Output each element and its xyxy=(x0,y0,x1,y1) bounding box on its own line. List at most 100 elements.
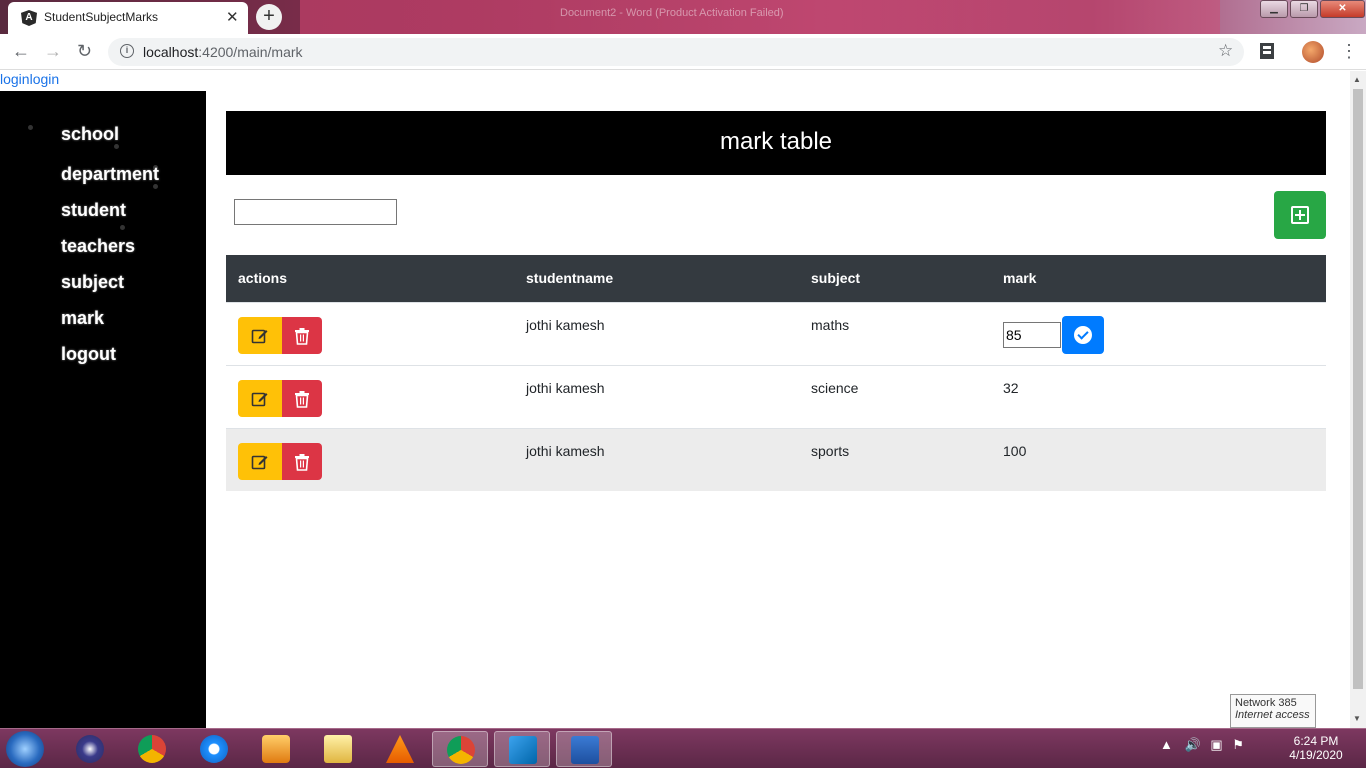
scrollbar-thumb[interactable] xyxy=(1353,89,1363,689)
scroll-down-icon[interactable]: ▼ xyxy=(1353,714,1361,723)
chrome-icon xyxy=(138,735,166,763)
cell-mark: 100 xyxy=(1003,443,1027,459)
network-icon[interactable]: ▣ xyxy=(1210,737,1222,752)
page-scrollbar[interactable]: ▲ ▼ xyxy=(1350,71,1366,728)
url-text[interactable]: localhost:4200/main/mark xyxy=(143,44,303,60)
media-player-icon xyxy=(262,735,290,763)
search-input[interactable] xyxy=(234,199,397,225)
background-window-title: Document2 - Word (Product Activation Fai… xyxy=(560,7,784,19)
tooltip-line2-text: Internet access xyxy=(1235,709,1310,721)
page-title: mark table xyxy=(719,128,833,155)
table-row: jothi kamesh science 32 xyxy=(226,365,1326,428)
menu-kebab-icon[interactable]: ⋮ xyxy=(1340,41,1358,62)
table-row: jothi kamesh maths xyxy=(226,302,1326,365)
taskbar: ▲ 🔊 ▣ ⚑ 6:24 PM 4/19/2020 xyxy=(0,728,1366,768)
edit-button[interactable] xyxy=(238,380,282,417)
trash-icon xyxy=(295,391,309,408)
close-window-button[interactable]: ✕ xyxy=(1320,0,1365,18)
minimize-button[interactable]: ▁ xyxy=(1260,0,1288,18)
back-icon[interactable]: ← xyxy=(12,41,30,62)
trash-icon xyxy=(295,328,309,345)
taskbar-app-media[interactable] xyxy=(248,731,304,767)
decorative-dot xyxy=(28,125,33,130)
sidebar-item-student[interactable]: student xyxy=(61,200,126,221)
trash-icon xyxy=(295,454,309,471)
column-header-mark: mark xyxy=(1003,270,1037,286)
page-header: mark table xyxy=(226,111,1326,175)
start-button[interactable] xyxy=(6,731,44,767)
delete-button[interactable] xyxy=(282,317,322,354)
sidebar: school department student teachers subje… xyxy=(0,91,206,728)
sidebar-item-logout[interactable]: logout xyxy=(61,344,116,365)
taskbar-app-ie[interactable] xyxy=(186,731,242,767)
flag-icon[interactable]: ⚑ xyxy=(1232,737,1244,752)
chrome-icon xyxy=(447,736,475,764)
angular-icon: A xyxy=(21,10,37,26)
browser-tab-active[interactable]: A StudentSubjectMarks ✕ xyxy=(8,2,248,34)
delete-button[interactable] xyxy=(282,380,322,417)
mark-edit-input[interactable] xyxy=(1003,322,1061,348)
cell-studentname: jothi kamesh xyxy=(526,443,605,459)
tooltip-line2: Internet access xyxy=(1235,709,1311,721)
info-icon[interactable]: i xyxy=(120,44,134,58)
table-header: actions studentname subject mark xyxy=(226,255,1326,302)
login-link[interactable]: loginlogin xyxy=(0,71,59,87)
sidebar-item-school[interactable]: school xyxy=(61,124,119,145)
edit-button[interactable] xyxy=(238,317,282,354)
show-hidden-icons-icon[interactable]: ▲ xyxy=(1160,737,1173,752)
word-icon xyxy=(571,736,599,764)
sidebar-item-teachers[interactable]: teachers xyxy=(61,236,135,257)
window-controls: ▁ ❐ ✕ xyxy=(1260,0,1366,18)
cell-subject: maths xyxy=(811,317,850,333)
browser-tabbar: Document2 - Word (Product Activation Fai… xyxy=(0,0,1366,34)
clock-date: 4/19/2020 xyxy=(1289,748,1343,762)
edit-icon xyxy=(251,329,268,344)
decorative-dot xyxy=(120,225,125,230)
plus-square-icon xyxy=(1291,206,1309,224)
check-circle-icon xyxy=(1074,326,1092,344)
edit-icon xyxy=(251,392,268,407)
extension-icon[interactable] xyxy=(1260,43,1274,59)
taskbar-app-eclipse[interactable] xyxy=(62,731,118,767)
column-header-actions: actions xyxy=(238,270,288,286)
taskbar-app-vlc[interactable] xyxy=(372,731,428,767)
sidebar-item-subject[interactable]: subject xyxy=(61,272,124,293)
tab-title: StudentSubjectMarks xyxy=(44,10,159,24)
cell-subject: sports xyxy=(811,443,850,459)
system-tray: ▲ 🔊 ▣ ⚑ xyxy=(1160,737,1244,753)
edit-icon xyxy=(251,455,268,470)
column-header-subject: subject xyxy=(811,270,861,286)
tab-close-icon[interactable]: ✕ xyxy=(226,8,239,26)
reload-icon[interactable]: ↻ xyxy=(77,41,92,62)
bookmark-star-icon[interactable]: ☆ xyxy=(1218,41,1233,61)
edit-button[interactable] xyxy=(238,443,282,480)
maximize-button[interactable]: ❐ xyxy=(1290,0,1318,18)
internet-explorer-icon xyxy=(200,735,228,763)
scroll-up-icon[interactable]: ▲ xyxy=(1353,75,1361,84)
taskbar-app-vscode[interactable] xyxy=(494,731,550,767)
forward-icon[interactable]: → xyxy=(44,41,62,62)
sidebar-item-department[interactable]: department xyxy=(61,164,159,185)
volume-icon[interactable]: 🔊 xyxy=(1185,737,1201,752)
cell-subject: science xyxy=(811,380,859,396)
cell-studentname: jothi kamesh xyxy=(526,380,605,396)
vlc-icon xyxy=(386,735,414,763)
taskbar-app-chrome[interactable] xyxy=(124,731,180,767)
taskbar-clock[interactable]: 6:24 PM 4/19/2020 xyxy=(1285,734,1347,762)
taskbar-app-chrome-active[interactable] xyxy=(432,731,488,767)
folder-icon xyxy=(324,735,352,763)
vscode-icon xyxy=(509,736,537,764)
table-row: jothi kamesh sports 100 xyxy=(226,428,1326,491)
add-mark-button[interactable] xyxy=(1274,191,1326,239)
tooltip-line1: Network 385 xyxy=(1235,697,1297,709)
confirm-edit-button[interactable] xyxy=(1062,316,1104,354)
address-bar[interactable]: i localhost:4200/main/mark ☆ xyxy=(108,38,1244,66)
sidebar-item-mark[interactable]: mark xyxy=(61,308,104,329)
profile-avatar[interactable] xyxy=(1302,41,1324,63)
taskbar-app-word[interactable] xyxy=(556,731,612,767)
new-tab-button[interactable]: + xyxy=(256,4,282,30)
taskbar-app-explorer[interactable] xyxy=(310,731,366,767)
network-tooltip: Network 385 Internet access xyxy=(1230,694,1316,728)
delete-button[interactable] xyxy=(282,443,322,480)
column-header-studentname: studentname xyxy=(526,270,614,286)
